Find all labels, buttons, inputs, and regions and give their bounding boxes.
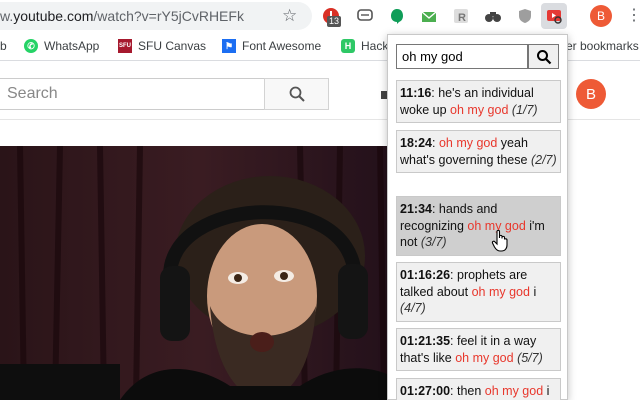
video-frame-image — [0, 146, 400, 400]
r-extension-icon[interactable]: R — [451, 6, 471, 26]
transcript-result[interactable]: 18:24: oh my god yeah what's governing t… — [396, 130, 561, 173]
bookmark-item[interactable]: b — [0, 39, 7, 53]
chat-extension-icon[interactable] — [355, 6, 375, 26]
binoculars-extension-icon[interactable] — [483, 6, 503, 26]
youtube-search-input[interactable]: Search — [0, 78, 265, 110]
url-text: w.youtube.com/watch?v=rY5jCvRHEFk — [0, 8, 244, 24]
bookmark-label: er bookmarks — [566, 39, 639, 53]
flag-icon: ⚑ — [222, 39, 236, 53]
svg-text:R: R — [458, 12, 466, 24]
other-bookmarks[interactable]: er bookmarks — [566, 39, 639, 53]
browser-toolbar: w.youtube.com/watch?v=rY5jCvRHEFk ☆ 13 R… — [0, 0, 640, 33]
search-icon — [536, 49, 551, 64]
bookmark-font-awesome[interactable]: ⚑ Font Awesome — [222, 39, 321, 53]
transcript-search-extension-icon[interactable] — [541, 3, 567, 29]
bookmark-star-icon[interactable]: ☆ — [282, 6, 297, 26]
transcript-result-hovered[interactable]: 21:34: hands and recognizing oh my god i… — [396, 196, 561, 256]
mail-extension-icon[interactable] — [419, 6, 439, 26]
transcript-result[interactable]: 01:16:26: prophets are talked about oh m… — [396, 262, 561, 322]
transcript-result[interactable]: 11:16: he's an individual woke up oh my … — [396, 80, 561, 123]
transcript-search-button[interactable] — [528, 44, 559, 69]
shield-extension-icon[interactable] — [515, 6, 535, 26]
transcript-result[interactable]: 01:21:35: feel it in a way that's like o… — [396, 328, 561, 371]
bookmark-label: SFU Canvas — [138, 39, 207, 53]
search-icon — [289, 86, 305, 102]
profile-avatar[interactable]: B — [590, 5, 612, 27]
search-placeholder: Search — [7, 85, 58, 102]
bookmark-hack[interactable]: H Hack — [341, 39, 388, 53]
bookmark-label: Font Awesome — [242, 39, 322, 53]
bookmark-label: Hack — [361, 39, 389, 53]
video-player[interactable] — [0, 146, 400, 400]
youtube-avatar[interactable]: B — [576, 79, 606, 109]
green-drop-extension-icon[interactable] — [387, 6, 407, 26]
extension-badge: 13 — [327, 16, 342, 27]
bookmark-label: b — [0, 39, 7, 53]
transcript-search-input[interactable] — [396, 44, 528, 69]
transcript-result[interactable]: 01:27:00: then oh my god i — [396, 378, 561, 400]
transcript-search-popup: 11:16: he's an individual woke up oh my … — [387, 34, 568, 400]
hackerrank-icon: H — [341, 39, 355, 53]
bookmark-sfu-canvas[interactable]: SFU SFU Canvas — [118, 39, 206, 53]
browser-menu-icon[interactable]: ⋮ — [626, 6, 640, 26]
youtube-search-button[interactable] — [264, 78, 329, 110]
hand-cursor-icon — [491, 229, 508, 252]
bookmark-label: WhatsApp — [44, 39, 100, 53]
whatsapp-icon: ✆ — [24, 39, 38, 53]
address-bar[interactable]: w.youtube.com/watch?v=rY5jCvRHEFk ☆ — [0, 2, 312, 30]
bookmark-whatsapp[interactable]: ✆ WhatsApp — [24, 39, 99, 53]
sfu-icon: SFU — [118, 39, 132, 53]
